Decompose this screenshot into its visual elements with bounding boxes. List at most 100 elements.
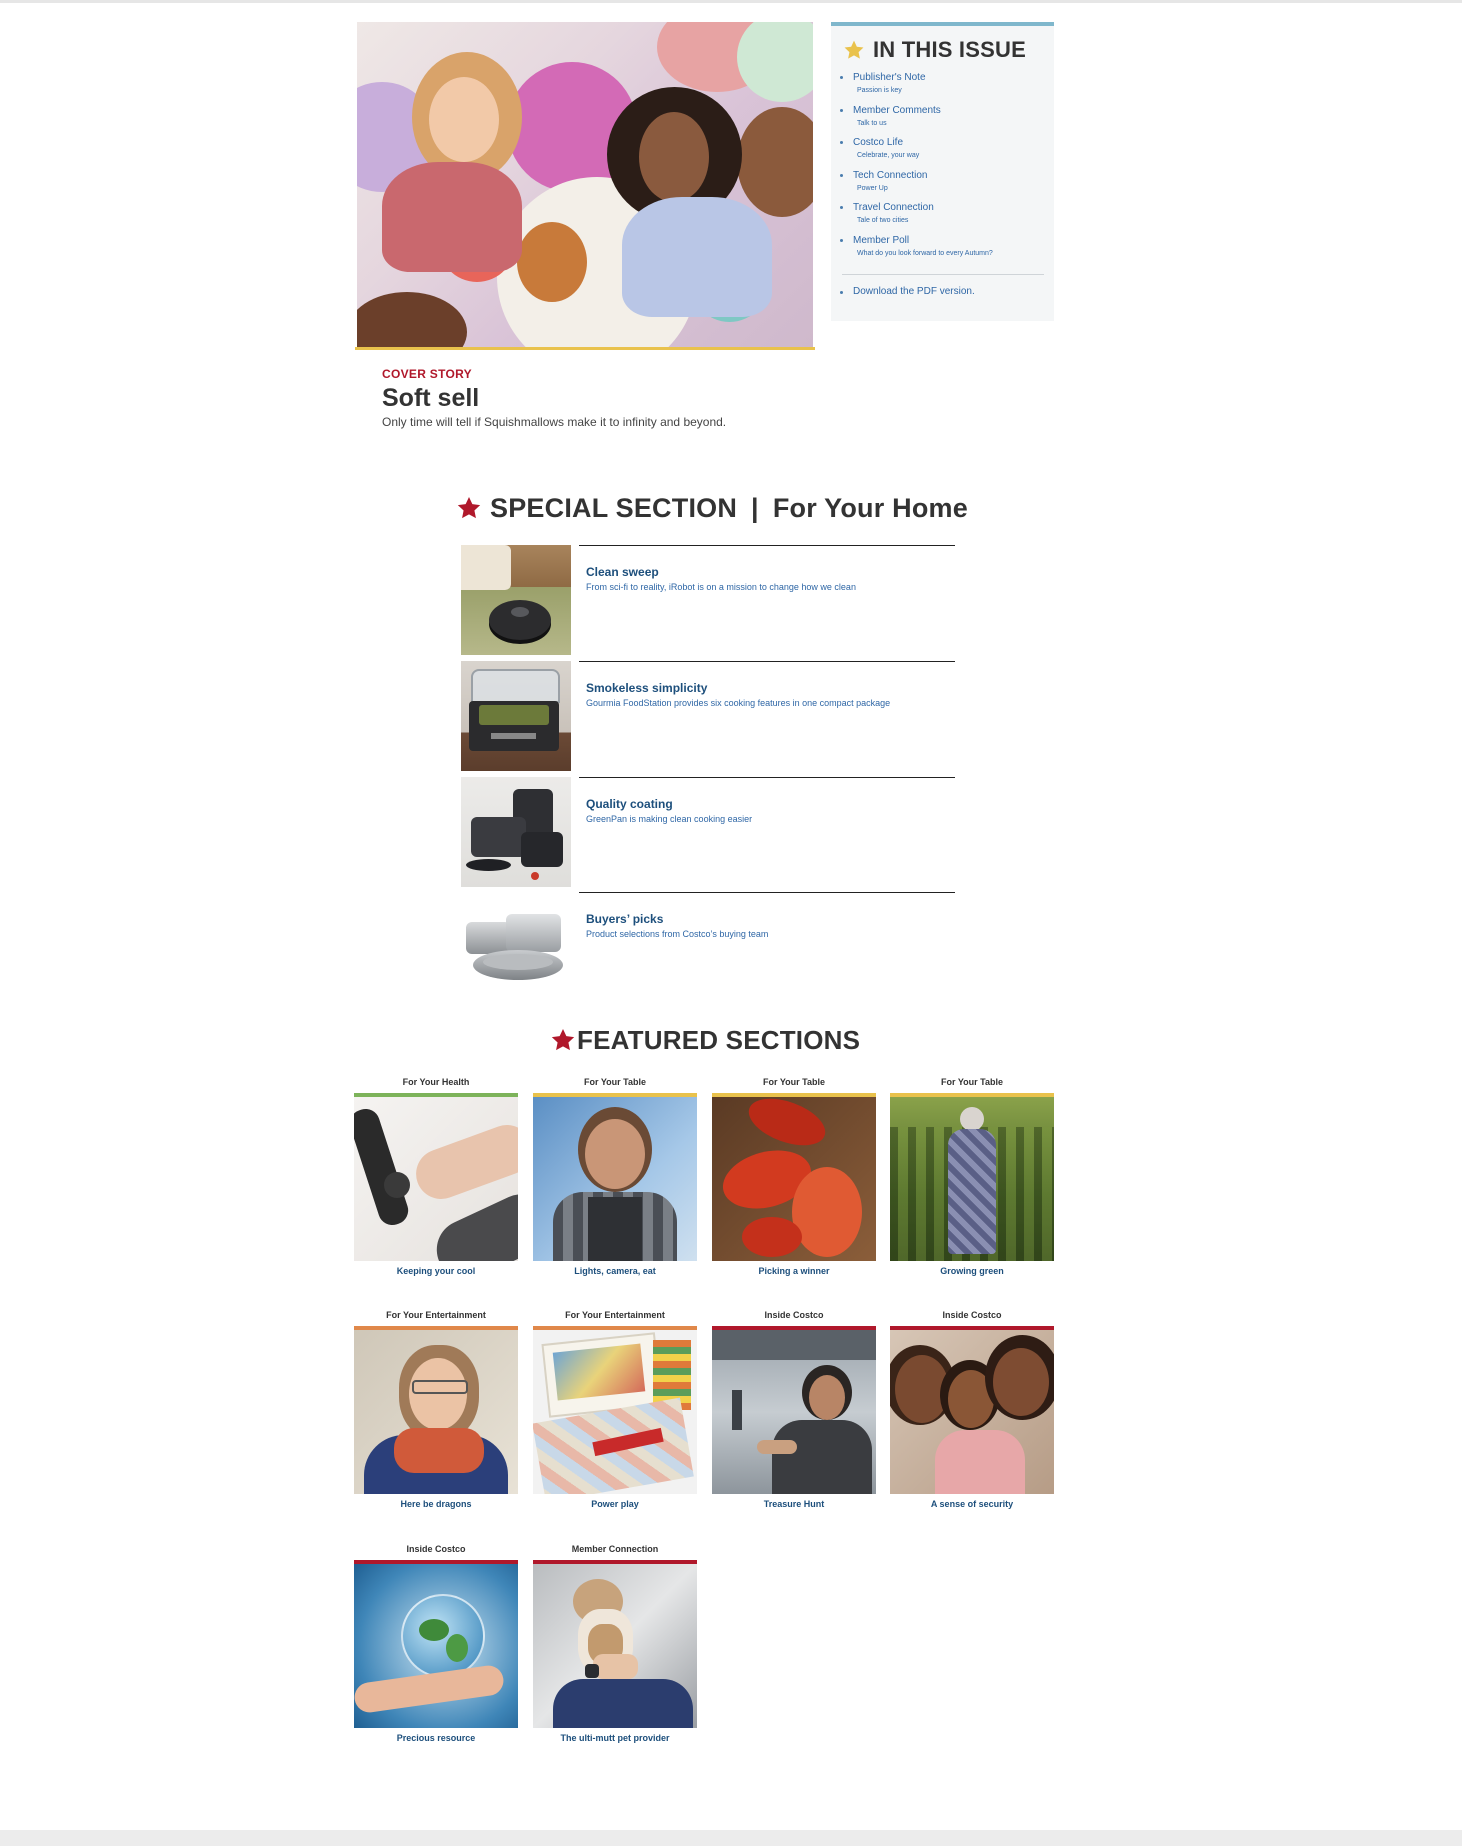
card-caption[interactable]: Picking a winner — [712, 1266, 876, 1276]
featured-sections-header: FEATURED SECTIONS — [550, 1022, 860, 1058]
featured-card[interactable]: For Your Table Picking a winner — [712, 1076, 876, 1276]
issue-item: Tech Connection Power Up — [840, 169, 1045, 202]
in-this-issue-title: IN THIS ISSUE — [873, 37, 1026, 62]
card-image[interactable] — [712, 1330, 876, 1494]
issue-link[interactable]: Tech Connection — [853, 169, 1045, 182]
card-caption[interactable]: A sense of security — [890, 1499, 1054, 1509]
issue-link[interactable]: Publisher's Note — [853, 71, 1045, 84]
download-pdf-link[interactable]: Download the PDF version. — [840, 286, 975, 297]
special-section-topic: For Your Home — [772, 492, 968, 523]
list-item[interactable]: Clean sweep From sci-fi to reality, iRob… — [461, 545, 955, 655]
card-category: Inside Costco — [942, 1310, 1002, 1320]
page-footer-band — [0, 1830, 1462, 1846]
featured-card[interactable]: For Your Table Lights, camera, eat — [533, 1076, 697, 1276]
cover-image — [357, 22, 813, 347]
card-image[interactable] — [712, 1097, 876, 1261]
card-caption[interactable]: Here be dragons — [354, 1499, 518, 1509]
star-icon — [551, 1028, 575, 1051]
issue-sub: What do you look forward to every Autumn… — [857, 249, 993, 257]
issue-link[interactable]: Member Poll — [853, 234, 1045, 247]
article-thumbnail[interactable] — [461, 661, 571, 771]
featured-card[interactable]: Inside Costco Precious resource — [354, 1543, 518, 1743]
featured-card[interactable]: For Your Entertainment Power play — [533, 1309, 697, 1509]
card-category: For Your Table — [940, 1077, 1003, 1087]
featured-card[interactable]: Inside Costco Treasure Hunt — [712, 1309, 876, 1509]
card-caption[interactable]: Treasure Hunt — [712, 1499, 876, 1509]
star-icon — [844, 40, 864, 59]
card-caption[interactable]: The ulti-mutt pet provider — [533, 1733, 697, 1743]
issue-sub: Passion is key — [857, 87, 902, 94]
card-category: Inside Costco — [764, 1310, 824, 1320]
card-category: For Your Table — [762, 1077, 825, 1087]
card-image[interactable] — [890, 1330, 1054, 1494]
issue-link[interactable]: Member Comments — [853, 104, 1045, 117]
list-item[interactable]: Smokeless simplicity Gourmia FoodStation… — [461, 661, 955, 771]
article-thumbnail[interactable] — [461, 545, 571, 655]
card-caption[interactable]: Keeping your cool — [354, 1266, 518, 1276]
article-thumbnail[interactable] — [461, 892, 571, 1002]
cover-story-label: COVER STORY — [382, 367, 472, 381]
card-image[interactable] — [890, 1097, 1054, 1261]
card-category: For Your Entertainment — [386, 1310, 486, 1320]
featured-card[interactable]: Inside Costco A sense of security — [890, 1309, 1054, 1509]
featured-card[interactable]: For Your Health Keeping your cool — [354, 1076, 518, 1276]
featured-card[interactable]: Member Connection The ulti-mutt pet prov… — [533, 1543, 697, 1743]
featured-card[interactable]: For Your Entertainment Here be dragons — [354, 1309, 518, 1509]
issue-sub: Talk to us — [857, 119, 887, 127]
issue-sub: Tale of two cities — [857, 217, 909, 225]
article-title[interactable]: Buyers’ picks — [586, 912, 663, 926]
item-rule — [579, 661, 955, 662]
cover-story-image-link[interactable] — [355, 22, 815, 350]
article-description: Product selections from Costco’s buying … — [586, 929, 769, 939]
list-item[interactable]: Quality coating GreenPan is making clean… — [461, 777, 955, 887]
special-section-title: SPECIAL SECTION | For Your Home — [490, 493, 968, 524]
item-rule — [579, 892, 955, 893]
card-caption[interactable]: Growing green — [890, 1266, 1054, 1276]
item-rule — [579, 777, 955, 778]
cover-rule — [355, 347, 815, 350]
issue-link[interactable]: Costco Life — [853, 136, 1045, 149]
card-image[interactable] — [354, 1330, 518, 1494]
issue-divider — [842, 274, 1044, 275]
article-title[interactable]: Smokeless simplicity — [586, 681, 707, 695]
list-item[interactable]: Buyers’ picks Product selections from Co… — [461, 892, 955, 1002]
issue-item: Publisher's Note Passion is key — [840, 71, 1045, 104]
article-description: Gourmia FoodStation provides six cooking… — [586, 698, 891, 708]
issue-sub: Celebrate, your way — [857, 152, 920, 160]
top-rule — [0, 0, 1462, 3]
in-this-issue-header: IN THIS ISSUE — [843, 36, 1026, 64]
card-image[interactable] — [354, 1097, 518, 1261]
cover-story-description: Only time will tell if Squishmallows mak… — [382, 415, 727, 429]
article-thumbnail[interactable] — [461, 777, 571, 887]
issue-sub: Power Up — [857, 184, 888, 192]
card-image[interactable] — [533, 1564, 697, 1728]
article-title[interactable]: Clean sweep — [586, 565, 659, 579]
article-title[interactable]: Quality coating — [586, 797, 673, 811]
card-category: For Your Table — [583, 1077, 646, 1087]
issue-item: Travel Connection Tale of two cities — [840, 201, 1045, 234]
issue-item: Member Comments Talk to us — [840, 104, 1045, 137]
card-image[interactable] — [533, 1330, 697, 1494]
card-category: Inside Costco — [406, 1544, 466, 1554]
issue-list: Publisher's Note Passion is key Member Co… — [840, 71, 1045, 267]
special-section-label: SPECIAL SECTION — [490, 492, 738, 523]
card-image[interactable] — [533, 1097, 697, 1261]
card-category: Member Connection — [571, 1544, 659, 1554]
card-image[interactable] — [354, 1564, 518, 1728]
in-this-issue-panel: IN THIS ISSUE Publisher's Note Passion is… — [831, 22, 1054, 321]
special-section-header: SPECIAL SECTION | For Your Home — [456, 490, 968, 526]
item-rule — [579, 545, 955, 546]
issue-item: Member Poll What do you look forward to e… — [840, 234, 1045, 267]
issue-item: Costco Life Celebrate, your way — [840, 136, 1045, 169]
featured-card[interactable]: For Your Table Growing green — [890, 1076, 1054, 1276]
card-caption[interactable]: Lights, camera, eat — [533, 1266, 697, 1276]
issue-link[interactable]: Travel Connection — [853, 201, 1045, 214]
featured-sections-title: FEATURED SECTIONS — [577, 1024, 861, 1055]
title-separator: | — [751, 492, 759, 523]
article-description: GreenPan is making clean cooking easier — [586, 814, 753, 824]
cover-story-title[interactable]: Soft sell — [382, 384, 479, 413]
card-caption[interactable]: Precious resource — [354, 1733, 518, 1743]
star-icon — [457, 496, 481, 519]
card-category: For Your Entertainment — [565, 1310, 665, 1320]
card-caption[interactable]: Power play — [533, 1499, 697, 1509]
